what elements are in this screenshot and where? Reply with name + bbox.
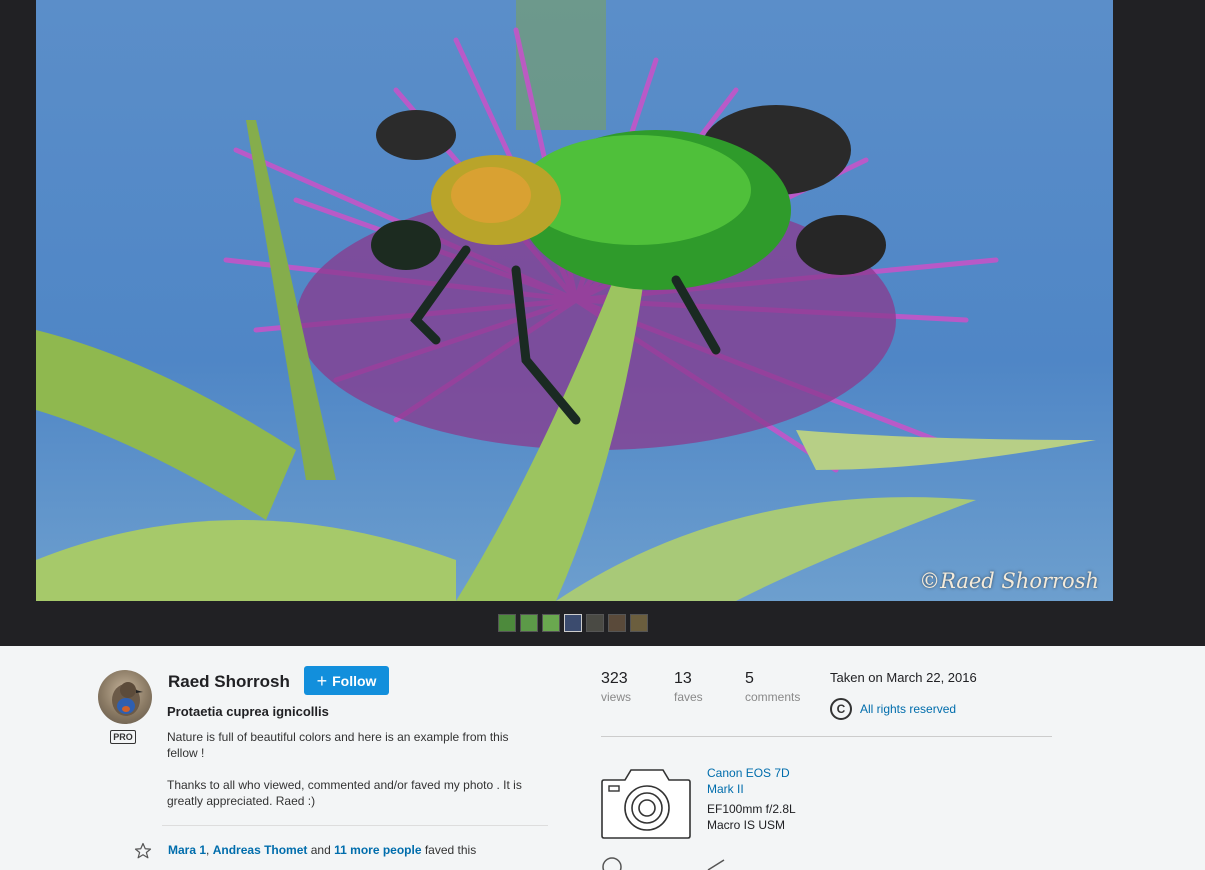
description-paragraph: Nature is full of beautiful colors and h… (167, 730, 509, 760)
stat-faves: 13 faves (674, 670, 703, 704)
follow-label: Follow (332, 672, 377, 689)
photo-stage: ©Raed Shorrosh (0, 0, 1205, 646)
filmstrip-thumb[interactable] (608, 614, 626, 632)
filmstrip-thumb[interactable] (498, 614, 516, 632)
photo-illustration (36, 0, 1096, 601)
filmstrip-thumb[interactable] (630, 614, 648, 632)
star-icon[interactable] (134, 842, 152, 860)
filmstrip-thumb[interactable] (564, 614, 582, 632)
exif-detail-row (705, 859, 727, 870)
bird-avatar-icon (112, 682, 143, 716)
follow-button[interactable]: + Follow (304, 666, 389, 695)
date-taken: Taken on March 22, 2016 (830, 670, 977, 685)
faves-label: faves (674, 690, 703, 704)
faved-more-link[interactable]: 11 more people (334, 843, 421, 857)
faves-count: 13 (674, 670, 692, 687)
focal-length-icon (707, 859, 725, 870)
stat-views: 323 views (601, 670, 631, 704)
camera-model-link[interactable]: Canon EOS 7D Mark II (707, 765, 807, 797)
views-label: views (601, 690, 632, 704)
owner-name[interactable]: Raed Shorrosh (168, 672, 290, 692)
lens-model: EF100mm f/2.8L Macro IS USM (707, 802, 796, 832)
exif-detail-row (601, 857, 623, 870)
main-photo[interactable]: ©Raed Shorrosh (36, 0, 1113, 601)
filmstrip-thumb[interactable] (520, 614, 538, 632)
faved-separator: , (206, 843, 210, 857)
license-link[interactable]: All rights reserved (860, 702, 956, 716)
divider (601, 736, 1052, 737)
photo-title: Protaetia cuprea ignicollis (167, 704, 329, 719)
license-info: C All rights reserved (830, 698, 956, 720)
photo-filmstrip (498, 614, 648, 632)
camera-icon (601, 769, 691, 839)
description-paragraph: Thanks to all who viewed, commented and/… (167, 778, 522, 808)
owner-avatar[interactable] (98, 670, 152, 724)
copyright-icon: C (830, 698, 852, 720)
comments-count: 5 (745, 670, 754, 687)
stat-comments: 5 comments (745, 670, 800, 704)
divider (162, 825, 548, 826)
faved-user-link[interactable]: Mara 1 (168, 843, 206, 857)
photo-watermark: ©Raed Shorrosh (919, 569, 1099, 593)
faved-user-link[interactable]: Andreas Thomet (213, 843, 308, 857)
filmstrip-thumb[interactable] (586, 614, 604, 632)
pro-badge: PRO (110, 730, 136, 744)
photo-description: Nature is full of beautiful colors and h… (167, 729, 542, 809)
faved-suffix: faved this (424, 843, 477, 857)
faved-by-line: Mara 1, Andreas Thomet and 11 more peopl… (168, 843, 476, 857)
filmstrip-thumb[interactable] (542, 614, 560, 632)
plus-icon: + (316, 670, 328, 691)
views-count: 323 (601, 670, 628, 687)
comments-label: comments (745, 690, 801, 704)
aperture-icon (602, 857, 622, 870)
faved-and: and (310, 843, 331, 857)
